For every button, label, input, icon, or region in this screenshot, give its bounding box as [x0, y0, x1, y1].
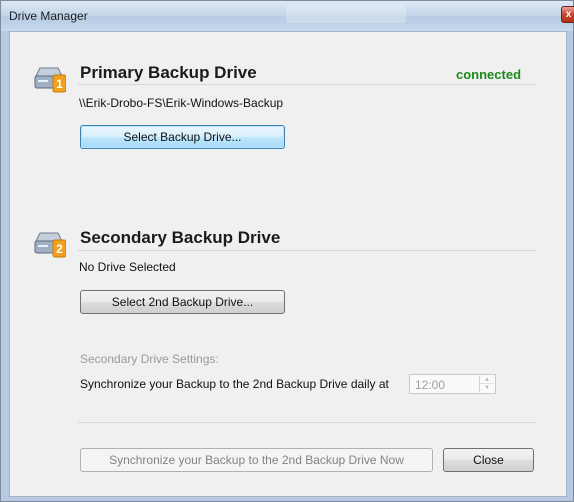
footer-divider	[78, 422, 536, 423]
spin-down-icon[interactable]: ▼	[480, 384, 494, 392]
primary-drive-icon: 1	[34, 67, 66, 93]
dialog-content: 1 Primary Backup Drive connected \\Erik-…	[9, 31, 567, 497]
secondary-drive-number: 2	[56, 242, 63, 256]
select-backup-drive-button[interactable]: Select Backup Drive...	[80, 125, 285, 149]
primary-heading-divider	[78, 84, 536, 85]
primary-connection-status: connected	[456, 67, 522, 82]
secondary-drive-status-text: No Drive Selected	[79, 260, 176, 274]
sync-time-value: 12:00	[415, 378, 446, 392]
sync-time-spinner[interactable]: 12:00 ▲ ▼	[409, 374, 496, 394]
primary-drive-heading: Primary Backup Drive	[80, 63, 257, 82]
close-button[interactable]: Close	[443, 448, 534, 472]
spin-up-icon[interactable]: ▲	[480, 376, 494, 384]
spinner-arrows: ▲ ▼	[479, 376, 494, 392]
secondary-settings-label: Secondary Drive Settings:	[80, 352, 219, 366]
secondary-heading-divider	[78, 250, 536, 251]
title-bar[interactable]: Drive Manager x	[1, 1, 574, 31]
drive-manager-window: Drive Manager x 1 Primary Backup Drive c…	[0, 0, 574, 502]
secondary-drive-icon: 2	[34, 232, 66, 258]
primary-drive-path: \\Erik-Drobo-FS\Erik-Windows-Backup	[79, 96, 284, 110]
daily-sync-label: Synchronize your Backup to the 2nd Backu…	[80, 377, 389, 391]
sync-now-button[interactable]: Synchronize your Backup to the 2nd Backu…	[80, 448, 433, 472]
select-2nd-backup-drive-button[interactable]: Select 2nd Backup Drive...	[80, 290, 285, 314]
secondary-drive-heading: Secondary Backup Drive	[80, 228, 281, 247]
primary-drive-number: 1	[56, 77, 63, 91]
window-title: Drive Manager	[9, 9, 88, 23]
title-bar-glass-reflection	[286, 5, 406, 23]
close-window-button[interactable]: x	[561, 6, 574, 23]
